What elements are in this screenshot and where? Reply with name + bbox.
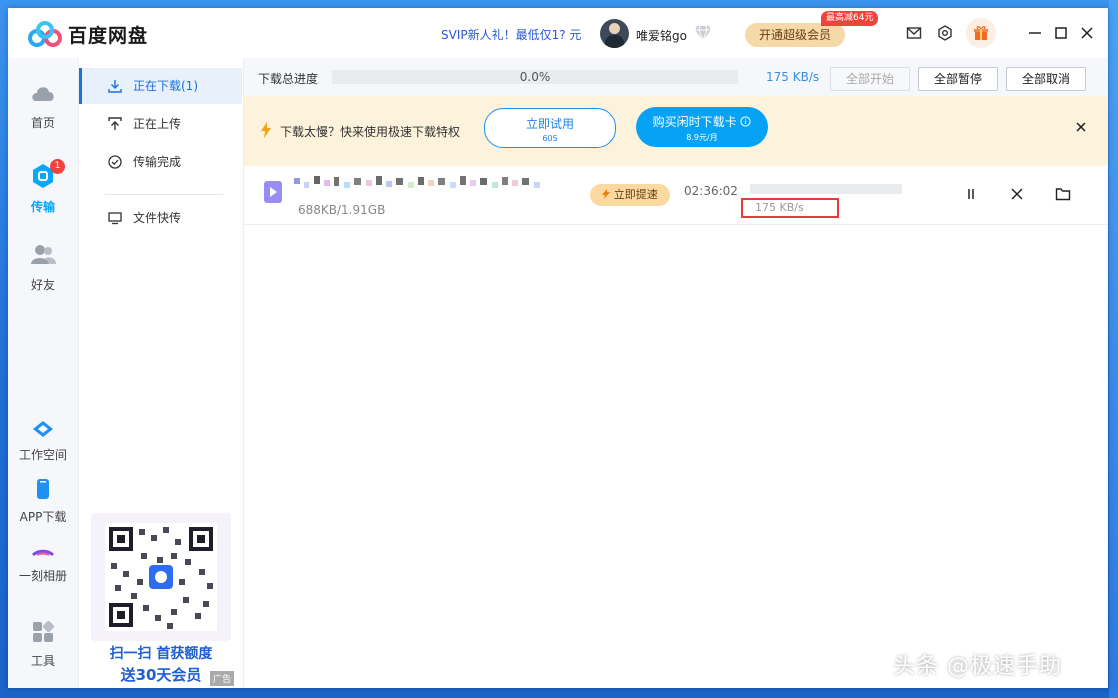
total-speed: 175 KB/s [766, 70, 819, 84]
transfer-subnav: 正在下载(1) 正在上传 传输完成 文件快传 [79, 58, 244, 688]
nav-label-workspace: 工作空间 [8, 446, 78, 463]
nav-item-friends[interactable]: 好友 [8, 242, 78, 293]
nav-item-home[interactable]: 首页 [8, 80, 78, 131]
subnav-label-quick-send: 文件快传 [133, 200, 181, 236]
file-size: 688KB/1.91GB [298, 203, 385, 217]
nav-label-app-download: APP下载 [8, 508, 78, 525]
pause-icon[interactable] [963, 186, 979, 202]
subnav-label-completed: 传输完成 [133, 144, 181, 180]
time-remaining: 02:36:02 [684, 184, 738, 198]
buy-download-card-button[interactable]: 购买闲时下载卡 8.9元/月 [636, 107, 768, 147]
phone-icon [35, 478, 51, 500]
nav-item-album[interactable]: 一刻相册 [8, 544, 78, 584]
nav-label-tools: 工具 [8, 652, 78, 669]
watermark: 头条 @极速手助 [893, 648, 1062, 680]
nav-label-friends: 好友 [8, 276, 78, 293]
qr-code-icon [91, 513, 231, 641]
friends-icon [29, 242, 57, 268]
left-nav: 首页 1 传输 好友 工作空间 [8, 58, 79, 688]
download-progress-track [750, 184, 902, 194]
avatar[interactable] [600, 19, 629, 48]
lightning-icon [260, 122, 272, 138]
folder-icon[interactable] [1055, 186, 1071, 202]
vip-button[interactable]: 开通超级会员 [745, 23, 845, 47]
qr-advertisement[interactable]: 扫一扫 首获额度 送30天会员 广告 [91, 513, 231, 683]
close-icon[interactable] [1077, 23, 1097, 43]
nav-item-tools[interactable]: 工具 [8, 620, 78, 669]
lightning-icon [602, 189, 610, 199]
baidu-netdisk-window: 百度网盘 SVIP新人礼！最低仅1? 元 唯爱铭go 开通超级会员 最高减64元 [8, 8, 1108, 688]
subnav-item-downloading[interactable]: 正在下载(1) [79, 68, 242, 104]
info-icon [740, 116, 751, 127]
subnav-label-downloading: 正在下载(1) [133, 68, 198, 104]
main-panel: 下载总进度 0.0% 175 KB/s 全部开始 全部暂停 全部取消 下载太慢？… [244, 58, 1108, 688]
gift-icon [973, 25, 989, 41]
total-progress-bar: 下载总进度 0.0% 175 KB/s 全部开始 全部暂停 全部取消 [244, 58, 1108, 96]
buy-price: 8.9元/月 [636, 132, 768, 143]
mail-icon[interactable] [906, 25, 922, 41]
baidu-netdisk-logo-icon [28, 20, 62, 48]
download-speed: 175 KB/s [741, 198, 839, 218]
boost-speed-button[interactable]: 立即提速 [590, 184, 670, 206]
minimize-icon[interactable] [1025, 23, 1045, 43]
transfer-badge: 1 [50, 159, 65, 174]
trial-duration: 60S [485, 134, 615, 143]
upload-icon [108, 117, 122, 131]
desktop-edge [1109, 0, 1118, 698]
boost-label: 立即提速 [614, 188, 658, 201]
trial-label: 立即试用 [485, 115, 615, 132]
nav-label-transfer: 传输 [8, 198, 78, 215]
free-trial-button[interactable]: 立即试用 60S [484, 108, 616, 148]
diamond-icon[interactable] [694, 25, 712, 41]
app-title: 百度网盘 [68, 21, 148, 48]
gear-icon[interactable] [937, 25, 953, 41]
subnav-item-uploading[interactable]: 正在上传 [79, 106, 242, 142]
album-icon [32, 549, 54, 559]
banner-close-icon[interactable] [1073, 119, 1089, 135]
nav-item-app-download[interactable]: APP下载 [8, 478, 78, 525]
download-icon [108, 79, 122, 93]
maximize-icon[interactable] [1051, 23, 1071, 43]
cloud-icon [29, 80, 57, 106]
total-progress-percent: 0.0% [332, 70, 738, 84]
gift-button[interactable] [966, 18, 996, 48]
subnav-label-uploading: 正在上传 [133, 106, 181, 142]
workspace-icon [32, 420, 54, 438]
nav-label-album: 一刻相册 [8, 567, 78, 584]
ad-tag: 广告 [210, 671, 234, 686]
start-all-button[interactable]: 全部开始 [830, 67, 910, 91]
svip-promo-link[interactable]: SVIP新人礼！最低仅1? 元 [441, 26, 581, 43]
vip-discount-badge: 最高减64元 [821, 11, 878, 26]
subnav-item-quick-send[interactable]: 文件快传 [79, 200, 242, 236]
total-progress-label: 下载总进度 [258, 70, 318, 87]
title-bar: 百度网盘 SVIP新人礼！最低仅1? 元 唯爱铭go 开通超级会员 最高减64元 [8, 8, 1108, 58]
nav-item-workspace[interactable]: 工作空间 [8, 420, 78, 463]
download-row[interactable]: 688KB/1.91GB 立即提速 02:36:02 175 KB/s [244, 166, 1108, 225]
username[interactable]: 唯爱铭go [636, 27, 687, 44]
file-name-obscured [290, 170, 554, 198]
nav-label-home: 首页 [8, 114, 78, 131]
total-progress-track: 0.0% [332, 70, 738, 84]
check-circle-icon [108, 155, 122, 169]
buy-label: 购买闲时下载卡 [653, 115, 737, 129]
cancel-all-button[interactable]: 全部取消 [1006, 67, 1086, 91]
cancel-icon[interactable] [1009, 186, 1025, 202]
monitor-icon [108, 211, 122, 225]
video-file-icon [264, 181, 282, 203]
subnav-item-completed[interactable]: 传输完成 [79, 144, 242, 180]
pause-all-button[interactable]: 全部暂停 [918, 67, 998, 91]
ad-headline: 扫一扫 首获额度 [91, 643, 231, 663]
subnav-divider [105, 194, 223, 195]
nav-item-transfer[interactable]: 1 传输 [8, 162, 78, 215]
speed-up-banner: 下载太慢？快来使用极速下载特权 立即试用 60S 购买闲时下载卡 8.9元/月 [244, 96, 1108, 166]
banner-text: 下载太慢？快来使用极速下载特权 [280, 123, 460, 140]
tools-icon [31, 620, 55, 644]
